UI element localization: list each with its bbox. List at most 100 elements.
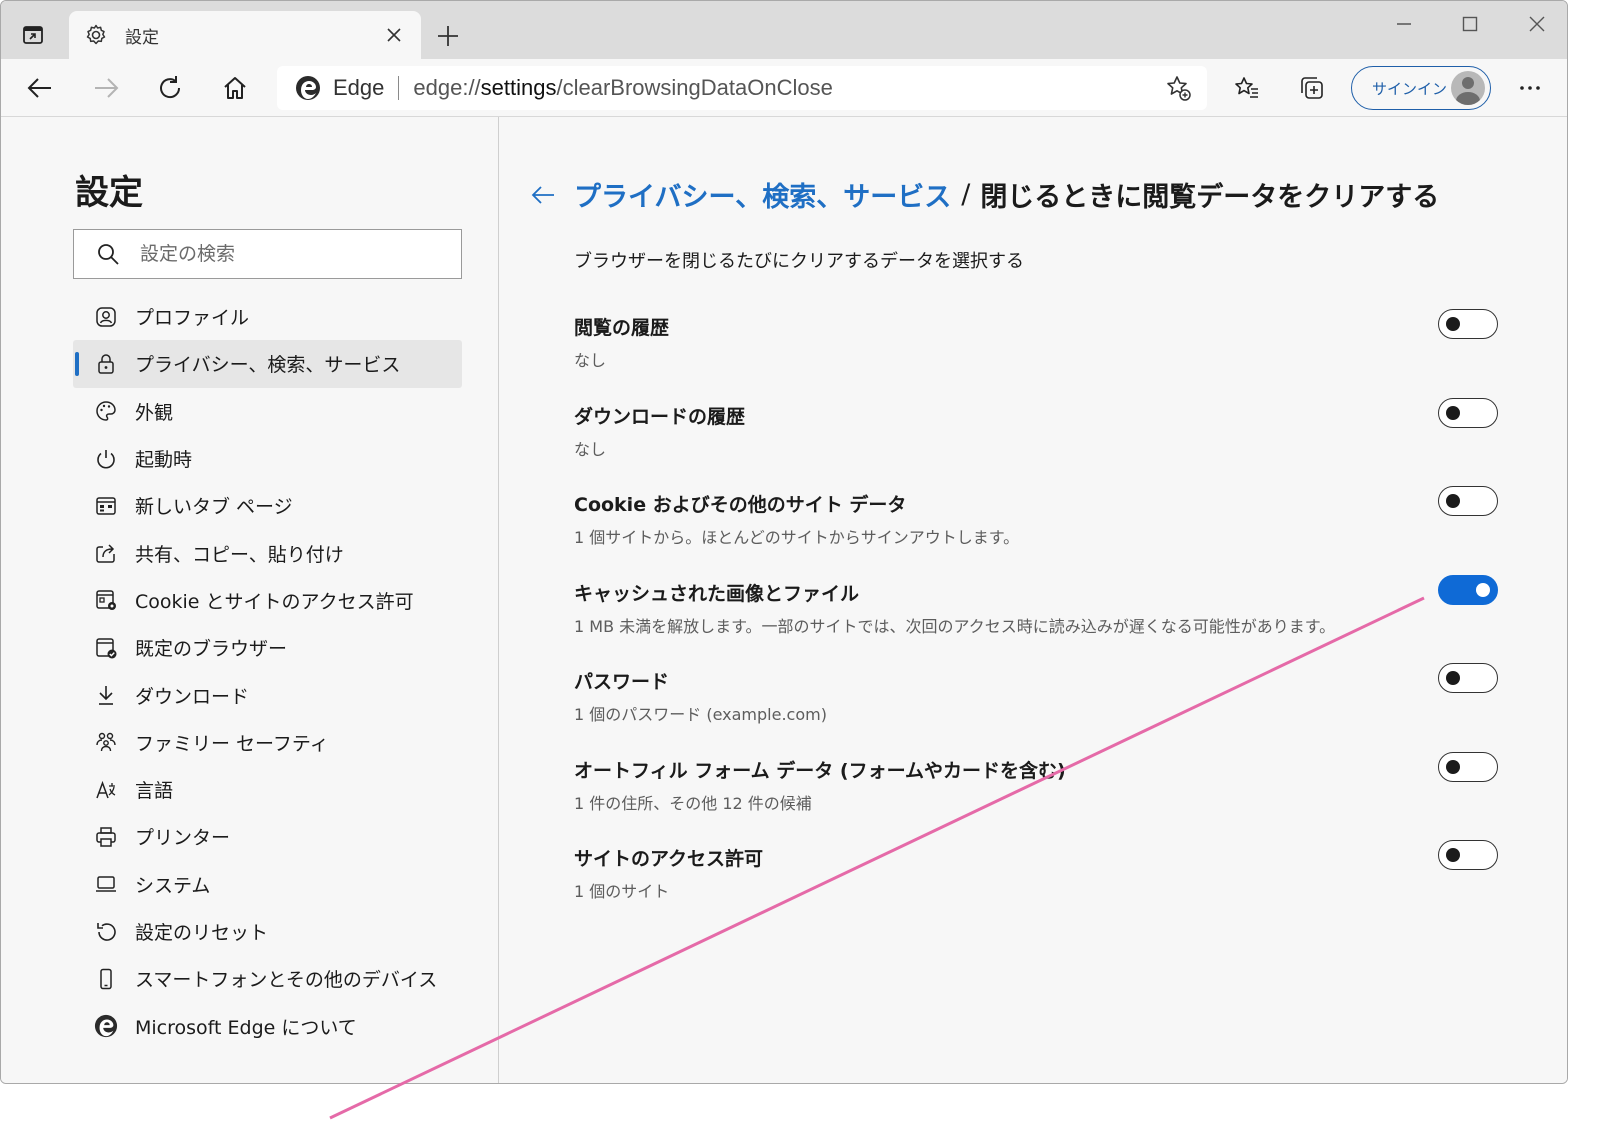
sidebar-item-label: スマートフォンとその他のデバイス (135, 969, 438, 992)
back-button[interactable] (23, 71, 57, 105)
add-favorite-button[interactable] (1161, 71, 1195, 105)
option-description: なし (574, 439, 607, 459)
close-tab-button[interactable] (379, 20, 409, 50)
option-cached-images: キャッシュされた画像とファイル 1 MB 未満を解放します。一部のサイトでは、次… (574, 571, 1499, 660)
option-site-permissions: サイトのアクセス許可 1 個のサイト (574, 836, 1499, 925)
sidebar-item-new-tab-page[interactable]: 新しいタブ ページ (73, 482, 462, 529)
tab-title: 設定 (125, 27, 159, 48)
maximize-button[interactable] (1450, 9, 1490, 39)
minimize-button[interactable] (1384, 9, 1424, 39)
edge-logo-icon (93, 1013, 119, 1039)
cookies-toggle[interactable] (1438, 486, 1498, 516)
option-download-history: ダウンロードの履歴 なし (574, 394, 1499, 483)
close-window-button[interactable] (1517, 9, 1557, 39)
close-icon (387, 28, 401, 42)
address-url[interactable]: edge://settings/clearBrowsingDataOnClose (413, 75, 1161, 101)
sidebar-item-downloads[interactable]: ダウンロード (73, 671, 462, 718)
sidebar-item-startup[interactable]: 起動時 (73, 435, 462, 482)
maximize-icon (1462, 16, 1478, 32)
sidebar-item-profile[interactable]: プロファイル (73, 293, 462, 340)
sidebar-item-label: 外観 (135, 401, 174, 424)
avatar (1451, 71, 1485, 105)
address-bar[interactable]: Edge edge://settings/clearBrowsingDataOn… (277, 66, 1207, 110)
site-permissions-toggle[interactable] (1438, 840, 1498, 870)
sidebar-item-label: 起動時 (135, 449, 193, 472)
sidebar-item-system[interactable]: システム (73, 861, 462, 908)
phone-icon (93, 966, 119, 992)
option-description: 1 件の住所、その他 12 件の候補 (574, 793, 812, 813)
sidebar-item-printers[interactable]: プリンター (73, 813, 462, 860)
default-browser-icon (93, 635, 119, 661)
passwords-toggle[interactable] (1438, 663, 1498, 693)
breadcrumb-privacy-link[interactable]: プライバシー、検索、サービス (574, 175, 951, 214)
settings-sidebar: 設定 プロファイル プライバシー、検索、サービス (1, 117, 499, 1083)
sidebar-item-reset-settings[interactable]: 設定のリセット (73, 908, 462, 955)
edge-logo-icon (296, 76, 320, 100)
signin-button[interactable]: サインイン (1351, 66, 1491, 110)
toggle-knob (1446, 494, 1460, 508)
sidebar-item-label: ダウンロード (135, 685, 250, 708)
settings-main: プライバシー、検索、サービス / 閉じるときに閲覧データをクリアする ブラウザー… (500, 117, 1567, 1083)
sidebar-item-default-browser[interactable]: 既定のブラウザー (73, 624, 462, 671)
toggle-knob (1446, 671, 1460, 685)
option-title: Cookie およびその他のサイト データ (574, 494, 907, 516)
sidebar-item-privacy[interactable]: プライバシー、検索、サービス (73, 340, 462, 388)
cached-images-toggle[interactable] (1438, 574, 1498, 605)
star-add-icon (1167, 76, 1191, 101)
autofill-toggle[interactable] (1438, 751, 1498, 782)
sidebar-item-about-edge[interactable]: Microsoft Edge について (73, 1002, 462, 1049)
toggle-knob (1446, 848, 1460, 862)
toggle-knob (1446, 405, 1460, 420)
address-site-name: Edge (333, 75, 385, 100)
collections-button[interactable] (1295, 71, 1329, 105)
settings-search-input[interactable] (140, 243, 430, 265)
option-title: パスワード (574, 671, 670, 693)
option-title: オートフィル フォーム データ (フォームやカードを含む) (574, 759, 1066, 782)
arrow-left-icon (27, 78, 51, 98)
url-path: /clearBrowsingDataOnClose (556, 75, 833, 100)
sidebar-item-languages[interactable]: 言語 (73, 766, 462, 813)
new-tab-button[interactable] (433, 21, 463, 51)
settings-search[interactable] (73, 229, 462, 279)
home-button[interactable] (218, 71, 252, 105)
site-permissions-icon (93, 587, 119, 613)
sidebar-item-share-copy-paste[interactable]: 共有、コピー、貼り付け (73, 529, 462, 576)
reset-icon (93, 919, 119, 945)
sidebar-item-cookies-permissions[interactable]: Cookie とサイトのアクセス許可 (73, 577, 462, 624)
forward-button[interactable] (89, 71, 123, 105)
sidebar-item-label: 既定のブラウザー (135, 638, 288, 661)
collections-icon (1301, 77, 1323, 99)
sidebar-item-label: Microsoft Edge について (135, 1016, 357, 1039)
back-to-privacy-button[interactable] (528, 180, 558, 210)
browsing-history-toggle[interactable] (1438, 309, 1498, 339)
tab-actions-menu-button[interactable] (19, 21, 47, 49)
breadcrumb-separator: / (961, 179, 971, 210)
sidebar-item-appearance[interactable]: 外観 (73, 388, 462, 435)
url-host: settings (480, 75, 557, 100)
sidebar-item-phone-devices[interactable]: スマートフォンとその他のデバイス (73, 955, 462, 1002)
download-icon (93, 682, 119, 708)
sidebar-nav: プロファイル プライバシー、検索、サービス 外観 起動時 新しいタブ ページ 共… (73, 293, 462, 1050)
option-title: サイトのアクセス許可 (574, 848, 764, 870)
favorites-button[interactable] (1230, 71, 1264, 105)
tab-settings[interactable]: 設定 (69, 11, 421, 59)
home-icon (224, 77, 246, 99)
toggle-knob (1476, 582, 1490, 597)
printer-icon (93, 824, 119, 850)
tab-bar: 設定 (1, 1, 1567, 59)
address-divider (398, 76, 400, 100)
sidebar-item-label: Cookie とサイトのアクセス許可 (135, 590, 414, 613)
sidebar-item-label: プリンター (135, 827, 231, 850)
lock-icon (93, 351, 119, 377)
download-history-toggle[interactable] (1438, 397, 1498, 428)
close-icon (1529, 16, 1545, 32)
toggle-knob (1446, 317, 1460, 331)
option-passwords: パスワード 1 個のパスワード (example.com) (574, 659, 1499, 748)
laptop-icon (93, 871, 119, 897)
refresh-button[interactable] (153, 71, 187, 105)
option-description: 1 個のサイト (574, 882, 670, 901)
sidebar-item-label: 設定のリセット (135, 922, 269, 944)
more-menu-button[interactable] (1513, 71, 1547, 105)
sidebar-item-family-safety[interactable]: ファミリー セーフティ (73, 719, 462, 766)
minimize-icon (1397, 23, 1411, 25)
